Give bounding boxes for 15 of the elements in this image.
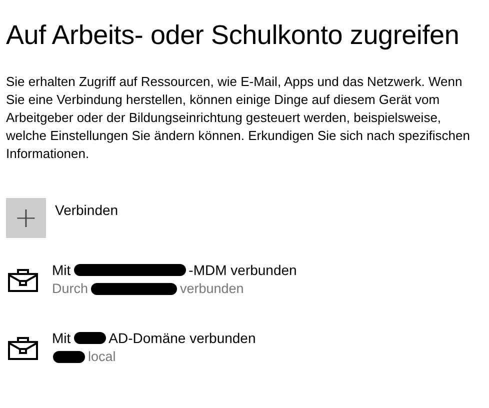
briefcase-icon bbox=[8, 268, 38, 292]
account-subtitle: verbunden bbox=[180, 281, 244, 296]
account-subtitle: local bbox=[88, 349, 116, 364]
page-title: Auf Arbeits- oder Schulkonto zugreifen bbox=[6, 20, 460, 51]
redaction-mark bbox=[53, 350, 85, 362]
account-title: Mit bbox=[52, 330, 71, 346]
account-title: AD-Domäne verbunden bbox=[108, 330, 256, 346]
connect-link[interactable]: Verbinden bbox=[55, 202, 118, 218]
account-subtitle: Durch bbox=[52, 281, 88, 296]
account-title: -MDM verbunden bbox=[188, 262, 297, 278]
redaction-mark bbox=[74, 332, 106, 344]
briefcase-icon bbox=[8, 336, 38, 360]
description-text: Sie erhalten Zugriff auf Ressourcen, wie E-Mail, Apps und das Netzwerk. Wenn Sie eine Verbindung herstellen, können einige Dinge auf diesem Gerät vom Arbeitgeber oder der Bildungseinrichtung gesteuert werden, beispielsweise, welche Einstellungen Sie ändern können. Erkundigen Sie sich nach spezifischen Informationen. bbox=[6, 73, 471, 163]
account-title: Mit bbox=[52, 262, 71, 278]
add-button[interactable]: + bbox=[6, 198, 46, 238]
